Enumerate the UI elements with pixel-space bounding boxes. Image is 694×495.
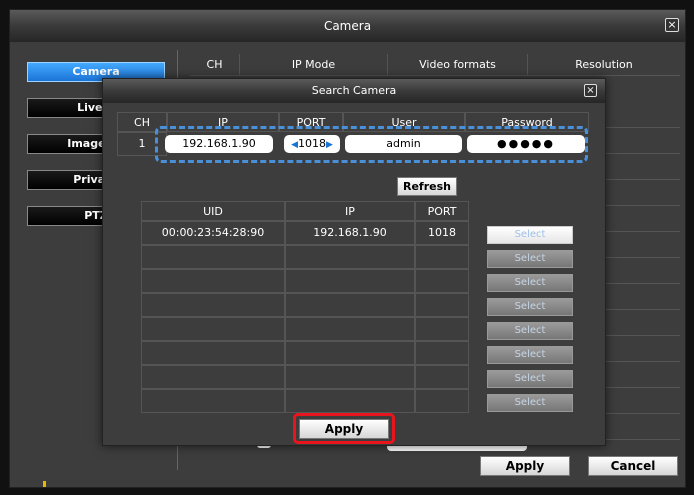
result-empty-cell: [141, 389, 285, 413]
select-button[interactable]: Select: [487, 274, 573, 292]
dialog-close-icon[interactable]: ×: [584, 84, 597, 97]
results-header-port: PORT: [415, 201, 469, 221]
result-empty-cell: [285, 317, 415, 341]
result-empty-cell: [285, 341, 415, 365]
result-ip: 192.168.1.90: [285, 221, 415, 245]
result-empty-cell: [285, 269, 415, 293]
cancel-button[interactable]: Cancel: [588, 456, 678, 476]
refresh-button[interactable]: Refresh: [397, 177, 457, 196]
results-header-ip: IP: [285, 201, 415, 221]
apply-button[interactable]: Apply: [480, 456, 570, 476]
header-ip-mode: IP Mode: [240, 54, 388, 76]
result-empty-cell: [141, 317, 285, 341]
window-title: Camera: [10, 10, 685, 42]
header-ch: CH: [190, 54, 240, 76]
result-empty-cell: [285, 245, 415, 269]
select-button[interactable]: Select: [487, 322, 573, 340]
highlight-dashed-outline: [155, 126, 588, 163]
dialog-title: Search Camera: [103, 79, 605, 103]
result-empty-cell: [141, 341, 285, 365]
result-empty-cell: [285, 293, 415, 317]
result-empty-cell: [285, 365, 415, 389]
result-empty-cell: [141, 293, 285, 317]
main-table-header: CH IP Mode Video formats Resolution: [190, 54, 680, 76]
select-button[interactable]: Select: [487, 250, 573, 268]
result-empty-cell: [415, 293, 469, 317]
select-button[interactable]: Select: [487, 370, 573, 388]
results-header-uid: UID: [141, 201, 285, 221]
result-empty-cell: [141, 245, 285, 269]
result-empty-cell: [141, 365, 285, 389]
result-empty-cell: [415, 269, 469, 293]
close-icon[interactable]: ×: [665, 18, 679, 32]
select-button[interactable]: Select: [487, 394, 573, 412]
select-button[interactable]: Select: [487, 346, 573, 364]
result-port: 1018: [415, 221, 469, 245]
select-button[interactable]: Select: [487, 298, 573, 316]
result-empty-cell: [141, 269, 285, 293]
result-uid: 00:00:23:54:28:90: [141, 221, 285, 245]
select-button[interactable]: Select: [487, 226, 573, 244]
header-resolution: Resolution: [575, 58, 633, 71]
result-empty-cell: [415, 389, 469, 413]
dialog-apply-button[interactable]: Apply: [299, 419, 389, 439]
status-icon: [43, 481, 46, 487]
result-empty-cell: [415, 245, 469, 269]
header-video-formats: Video formats: [388, 54, 528, 76]
result-empty-cell: [415, 341, 469, 365]
result-empty-cell: [415, 365, 469, 389]
result-empty-cell: [285, 389, 415, 413]
search-camera-dialog: Search Camera × CH IP PORT User Password…: [102, 78, 606, 446]
result-empty-cell: [415, 317, 469, 341]
